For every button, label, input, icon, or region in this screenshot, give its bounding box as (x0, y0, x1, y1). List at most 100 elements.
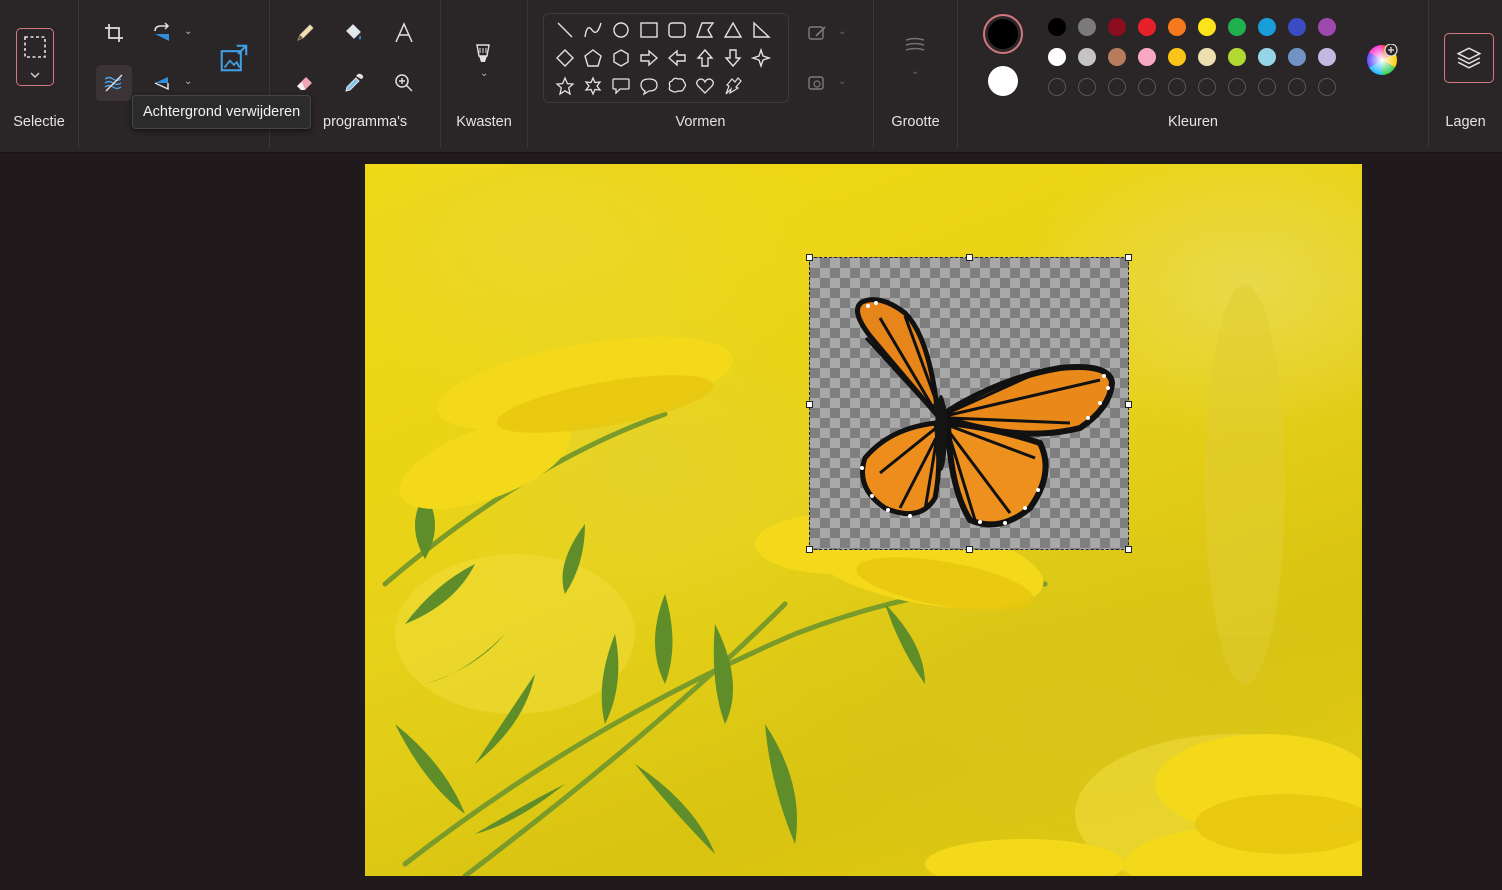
secondary-color-swatch[interactable] (988, 66, 1018, 96)
resize-handle-bottom[interactable] (966, 546, 973, 553)
fill-chevron-icon[interactable]: ⌄ (838, 76, 846, 87)
rotate-chevron-icon[interactable]: ⌄ (184, 26, 192, 37)
palette-color-swatch[interactable] (1228, 48, 1246, 66)
palette-color-swatch[interactable] (1198, 48, 1216, 66)
custom-color-slot[interactable] (1168, 78, 1186, 96)
custom-color-slot[interactable] (1108, 78, 1126, 96)
heart-icon (696, 78, 714, 94)
arrow-right-shape[interactable] (636, 45, 662, 71)
resize-handle-top[interactable] (966, 254, 973, 261)
rounded-rectangle-shape[interactable] (664, 17, 690, 43)
oval-shape[interactable] (608, 17, 634, 43)
resize-image-icon (220, 44, 248, 72)
color-picker-button[interactable] (336, 65, 372, 101)
resize-handle-top-right[interactable] (1125, 254, 1132, 261)
resize-handle-top-left[interactable] (806, 254, 813, 261)
size-chevron-icon[interactable]: ⌄ (911, 66, 919, 77)
palette-color-swatch[interactable] (1288, 48, 1306, 66)
layers-button[interactable] (1444, 33, 1494, 83)
tooltip: Achtergrond verwijderen (132, 95, 312, 129)
chevron-down-icon (30, 72, 40, 78)
remove-background-icon (104, 74, 123, 92)
custom-color-slot[interactable] (1198, 78, 1216, 96)
resize-button[interactable] (216, 40, 252, 76)
palette-color-swatch[interactable] (1138, 18, 1156, 36)
selection-button[interactable] (16, 28, 54, 86)
diamond-shape[interactable] (552, 45, 578, 71)
arrow-up-shape[interactable] (692, 45, 718, 71)
lightning-icon (725, 77, 742, 95)
colors-group: Kleuren (958, 0, 1428, 150)
pencil-button[interactable] (287, 15, 323, 51)
edit-colors-button[interactable] (1366, 43, 1398, 76)
custom-color-slot[interactable] (1078, 78, 1096, 96)
hexagon-icon (613, 49, 629, 67)
shape-outline-button[interactable] (799, 15, 835, 51)
size-button[interactable] (897, 28, 933, 64)
custom-color-slot[interactable] (1318, 78, 1336, 96)
callout-cloud-shape[interactable] (664, 73, 690, 99)
custom-color-slot[interactable] (1288, 78, 1306, 96)
palette-color-swatch[interactable] (1198, 18, 1216, 36)
resize-handle-bottom-left[interactable] (806, 546, 813, 553)
remove-background-button[interactable] (96, 65, 132, 101)
rotate-button[interactable] (144, 15, 180, 51)
star-four-shape[interactable] (748, 45, 774, 71)
palette-color-swatch[interactable] (1258, 18, 1276, 36)
triangle-shape[interactable] (720, 17, 746, 43)
palette-color-swatch[interactable] (1078, 18, 1096, 36)
line-shape[interactable] (552, 17, 578, 43)
callout-oval-icon (640, 78, 658, 96)
outline-chevron-icon[interactable]: ⌄ (838, 26, 846, 37)
rectangle-select-icon (24, 36, 46, 58)
brushes-label: Kwasten (456, 114, 512, 130)
lightning-shape[interactable] (720, 73, 746, 99)
callout-rect-shape[interactable] (608, 73, 634, 99)
arrow-down-shape[interactable] (720, 45, 746, 71)
right-triangle-shape[interactable] (748, 17, 774, 43)
heart-shape[interactable] (692, 73, 718, 99)
callout-oval-shape[interactable] (636, 73, 662, 99)
custom-color-slot[interactable] (1258, 78, 1276, 96)
palette-color-swatch[interactable] (1168, 18, 1186, 36)
resize-handle-bottom-right[interactable] (1125, 546, 1132, 553)
text-button[interactable] (386, 15, 422, 51)
rectangle-shape[interactable] (636, 17, 662, 43)
colors-label: Kleuren (1168, 114, 1218, 130)
curve-shape[interactable] (580, 17, 606, 43)
fill-button[interactable] (336, 15, 372, 51)
palette-color-swatch[interactable] (1138, 48, 1156, 66)
callout-cloud-icon (668, 77, 687, 93)
custom-color-slot[interactable] (1228, 78, 1246, 96)
pentagon-shape[interactable] (580, 45, 606, 71)
crop-icon (105, 24, 123, 42)
palette-color-swatch[interactable] (1288, 18, 1306, 36)
palette-color-swatch[interactable] (1318, 18, 1336, 36)
polygon-shape[interactable] (692, 17, 718, 43)
palette-color-swatch[interactable] (1078, 48, 1096, 66)
magnifier-button[interactable] (386, 65, 422, 101)
palette-color-swatch[interactable] (1048, 18, 1066, 36)
primary-color-swatch[interactable] (983, 14, 1023, 54)
hexagon-shape[interactable] (608, 45, 634, 71)
palette-color-swatch[interactable] (1108, 48, 1126, 66)
star-five-shape[interactable] (552, 73, 578, 99)
custom-color-slot[interactable] (1048, 78, 1066, 96)
palette-color-swatch[interactable] (1048, 48, 1066, 66)
custom-color-slot[interactable] (1138, 78, 1156, 96)
star-six-shape[interactable] (580, 73, 606, 99)
brush-chevron-icon[interactable]: ⌄ (480, 68, 488, 79)
palette-color-swatch[interactable] (1258, 48, 1276, 66)
selection-area[interactable] (806, 254, 1132, 553)
palette-color-swatch[interactable] (1228, 18, 1246, 36)
crop-button[interactable] (96, 15, 132, 51)
arrow-left-shape[interactable] (664, 45, 690, 71)
palette-color-swatch[interactable] (1168, 48, 1186, 66)
resize-handle-right[interactable] (1125, 401, 1132, 408)
flip-chevron-icon[interactable]: ⌄ (184, 76, 192, 87)
palette-color-swatch[interactable] (1108, 18, 1126, 36)
arrow-down-icon (724, 49, 742, 68)
shape-fill-button[interactable] (799, 65, 835, 101)
palette-color-swatch[interactable] (1318, 48, 1336, 66)
resize-handle-left[interactable] (806, 401, 813, 408)
